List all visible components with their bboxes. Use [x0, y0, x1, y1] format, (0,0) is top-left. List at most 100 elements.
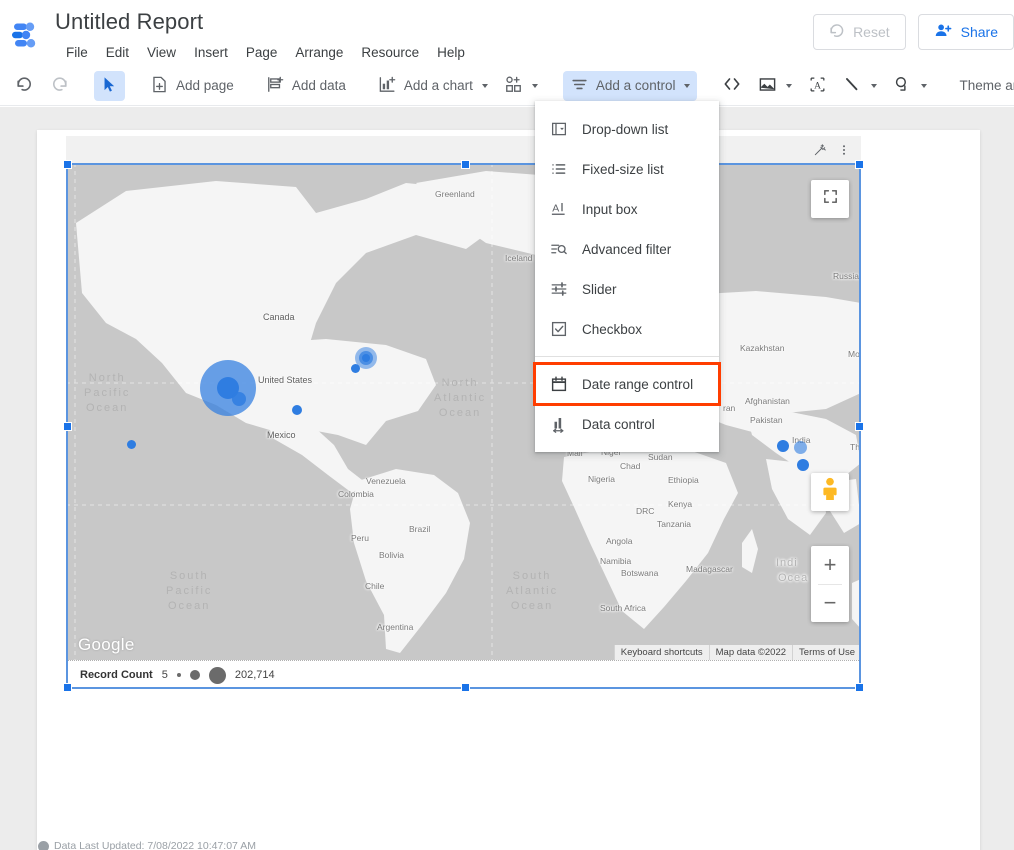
menu-item-label: Input box — [582, 201, 638, 217]
map-label: South Africa — [600, 603, 646, 613]
undo-icon — [829, 22, 846, 42]
keyboard-shortcuts-link[interactable]: Keyboard shortcuts — [613, 645, 709, 660]
shape-icon — [893, 75, 912, 97]
image-button[interactable] — [751, 71, 799, 101]
shape-button[interactable] — [886, 71, 934, 101]
add-chart-label: Add a chart — [403, 78, 473, 93]
text-box-button[interactable]: A — [801, 71, 834, 101]
street-view-pegman-button[interactable] — [811, 473, 849, 511]
geo-map-chart[interactable]: North Pacific Ocean North Atlantic Ocean… — [66, 136, 861, 689]
map-label: Indi — [776, 557, 798, 569]
magic-wand-icon[interactable] — [809, 139, 831, 161]
community-visualization-icon — [504, 75, 523, 97]
undo-button[interactable] — [8, 71, 41, 101]
map-label: Greenland — [435, 189, 475, 199]
menu-item-slider[interactable]: Slider — [535, 269, 719, 309]
reset-button[interactable]: Reset — [813, 14, 906, 50]
map-bubble[interactable] — [362, 354, 370, 362]
fullscreen-button[interactable] — [811, 180, 849, 218]
map-bubble[interactable] — [797, 459, 809, 471]
map-bubble[interactable] — [351, 364, 360, 373]
menu-item-drop-down-list[interactable]: Drop-down list — [535, 109, 719, 149]
calendar-icon — [549, 375, 568, 394]
menu-insert[interactable]: Insert — [185, 41, 237, 65]
menu-resource[interactable]: Resource — [352, 41, 428, 65]
redo-button[interactable] — [43, 71, 76, 101]
menu-item-data-control[interactable]: Data control — [535, 404, 719, 444]
dropdown-list-icon — [549, 120, 568, 139]
map-label: Angola — [606, 536, 633, 546]
code-brackets-icon — [722, 74, 742, 97]
menu-item-label: Data control — [582, 416, 655, 432]
menu-edit[interactable]: Edit — [97, 41, 138, 65]
menu-item-checkbox[interactable]: Checkbox — [535, 309, 719, 349]
menu-help[interactable]: Help — [428, 41, 474, 65]
map-bubble[interactable] — [292, 405, 302, 415]
chevron-down-icon — [921, 83, 928, 88]
info-icon — [38, 840, 49, 850]
map-attribution: Keyboard shortcuts Map data ©2022 Terms … — [613, 645, 861, 660]
map-label: Nigeria — [588, 474, 615, 484]
theme-layout-label: Theme and layout — [959, 78, 1014, 93]
menu-arrange[interactable]: Arrange — [286, 41, 352, 65]
report-page[interactable]: North Pacific Ocean North Atlantic Ocean… — [37, 130, 980, 850]
add-chart-button[interactable]: Add a chart — [371, 71, 495, 101]
zoom-out-button[interactable]: − — [811, 584, 849, 622]
map-bubble[interactable] — [794, 441, 807, 454]
share-button[interactable]: Share — [917, 14, 1014, 50]
map-viewport[interactable]: North Pacific Ocean North Atlantic Ocean… — [66, 163, 861, 660]
map-label: Madagascar — [686, 564, 733, 574]
reset-label: Reset — [853, 24, 890, 40]
map-label: Iceland — [505, 253, 533, 263]
menu-item-label: Fixed-size list — [582, 161, 664, 177]
terms-of-use-link[interactable]: Terms of Use — [792, 645, 861, 660]
add-data-button[interactable]: Add data — [259, 71, 353, 101]
map-label: Sudan — [648, 452, 673, 462]
map-label: Canada — [263, 312, 295, 322]
menu-item-advanced-filter[interactable]: Advanced filter — [535, 229, 719, 269]
menu-item-fixed-size-list[interactable]: Fixed-size list — [535, 149, 719, 189]
data-control-icon — [549, 415, 568, 434]
data-add-icon — [266, 75, 285, 97]
main-toolbar: Add page Add data Add a chart Add a cont… — [0, 66, 1014, 106]
map-label: DRC — [636, 506, 655, 516]
menu-view[interactable]: View — [138, 41, 185, 65]
svg-text:A: A — [815, 81, 822, 91]
page-title[interactable]: Untitled Report — [55, 8, 474, 36]
more-vert-icon[interactable] — [833, 139, 855, 161]
map-bubble[interactable] — [127, 440, 136, 449]
menu-item-date-range-control[interactable]: Date range control — [533, 362, 721, 406]
chevron-down-icon — [684, 83, 691, 88]
line-button[interactable] — [836, 71, 884, 101]
chevron-down-icon — [871, 83, 878, 88]
map-label: Mo — [848, 349, 860, 359]
title-block: Untitled Report File Edit View Insert Pa… — [55, 8, 474, 65]
image-icon — [758, 75, 777, 97]
add-control-menu[interactable]: Drop-down list Fixed-size list A Input b… — [533, 101, 721, 452]
map-bubble[interactable] — [777, 440, 789, 452]
menu-file[interactable]: File — [57, 41, 97, 65]
map-label: Russia — [833, 271, 859, 281]
add-page-label: Add page — [176, 78, 234, 93]
menu-page[interactable]: Page — [237, 41, 287, 65]
menu-item-label: Slider — [582, 281, 617, 297]
menu-item-label: Drop-down list — [582, 121, 669, 137]
filter-lines-icon — [570, 75, 589, 97]
ocean-label: South Pacific Ocean — [166, 570, 213, 612]
map-label: Botswana — [621, 568, 659, 578]
person-add-icon — [934, 21, 953, 43]
select-tool-button[interactable] — [94, 70, 125, 101]
data-freshness-note: Data Last Updated: 7/08/2022 10:47:07 AM — [38, 840, 256, 850]
menu-item-input-box[interactable]: A Input box — [535, 189, 719, 229]
embed-button[interactable] — [715, 71, 749, 101]
add-page-button[interactable]: Add page — [143, 71, 241, 101]
add-control-button[interactable]: Add a control — [562, 70, 698, 101]
undo-icon — [15, 75, 34, 97]
community-visualization-button[interactable] — [497, 71, 545, 101]
map-label: Colombia — [338, 489, 374, 499]
chart-toolbar — [66, 136, 861, 163]
map-bubble[interactable] — [232, 392, 246, 406]
map-label: Chile — [365, 581, 385, 591]
zoom-in-button[interactable]: + — [811, 546, 849, 584]
theme-and-layout-button[interactable]: Theme and layout — [952, 71, 1014, 101]
